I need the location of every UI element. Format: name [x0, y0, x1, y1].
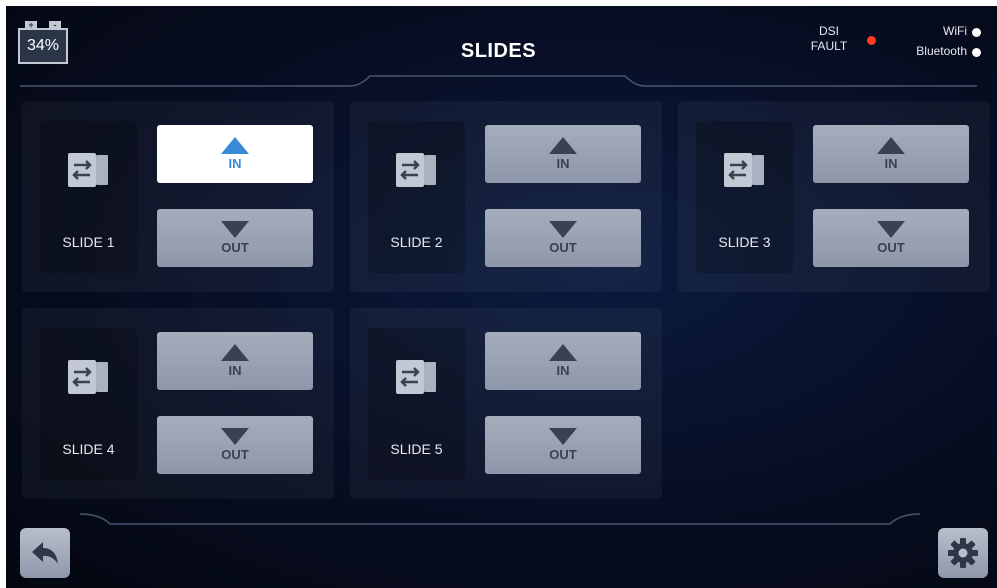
- gear-icon: [948, 538, 978, 568]
- slide-card-1: SLIDE 1 IN OUT: [22, 101, 334, 292]
- slide-out-label: OUT: [221, 240, 249, 255]
- slide-name: SLIDE 2: [390, 234, 443, 250]
- arrow-down-icon: [221, 428, 249, 445]
- arrow-up-icon: [221, 344, 249, 361]
- arrow-down-icon: [877, 221, 905, 238]
- dsi-fault-status-dot: [867, 36, 876, 45]
- slide-room-icon: [68, 153, 108, 187]
- slide-in-label: IN: [228, 363, 242, 378]
- slide-in-button[interactable]: IN: [813, 125, 969, 183]
- slide-in-button[interactable]: IN: [157, 125, 313, 183]
- bluetooth-status-dot: [972, 48, 981, 57]
- back-arrow-icon: [32, 542, 58, 564]
- arrow-down-icon: [221, 221, 249, 238]
- arrow-up-icon: [221, 137, 249, 154]
- battery-plus-terminal: +: [25, 21, 37, 30]
- slide-in-button[interactable]: IN: [157, 332, 313, 390]
- footer-divider: [80, 513, 920, 525]
- battery-minus-terminal: -: [49, 21, 61, 30]
- slide-card-3: SLIDE 3 IN OUT: [678, 101, 990, 292]
- slide-card-4: SLIDE 4 IN OUT: [22, 308, 334, 499]
- slide-identity-panel: SLIDE 1: [40, 121, 137, 273]
- arrow-up-icon: [877, 137, 905, 154]
- slide-card-5: SLIDE 5 IN OUT: [350, 308, 662, 499]
- slide-in-button[interactable]: IN: [485, 332, 641, 390]
- slide-identity-panel: SLIDE 5: [368, 328, 465, 480]
- dsi-fault-label: DSI FAULT: [800, 24, 858, 54]
- wifi-status-dot: [972, 28, 981, 37]
- dsi-fault-line1: DSI: [818, 24, 839, 38]
- slide-in-label: IN: [556, 363, 570, 378]
- slide-name: SLIDE 4: [62, 441, 115, 457]
- slide-out-button[interactable]: OUT: [157, 209, 313, 267]
- dsi-fault-line2: FAULT: [810, 39, 848, 53]
- slide-in-label: IN: [556, 156, 570, 171]
- slide-name: SLIDE 5: [390, 441, 443, 457]
- slide-in-button[interactable]: IN: [485, 125, 641, 183]
- bluetooth-label: Bluetooth: [916, 44, 967, 58]
- slide-name: SLIDE 1: [62, 234, 115, 250]
- arrow-up-icon: [549, 344, 577, 361]
- slide-out-label: OUT: [549, 240, 577, 255]
- slide-out-button[interactable]: OUT: [485, 209, 641, 267]
- slide-card-2: SLIDE 2 IN OUT: [350, 101, 662, 292]
- settings-button[interactable]: [938, 528, 988, 578]
- slide-room-icon: [68, 360, 108, 394]
- slide-out-button[interactable]: OUT: [485, 416, 641, 474]
- wifi-label: WiFi: [943, 24, 967, 38]
- back-button[interactable]: [20, 528, 70, 578]
- slide-name: SLIDE 3: [718, 234, 771, 250]
- arrow-down-icon: [549, 428, 577, 445]
- slide-in-label: IN: [228, 156, 242, 171]
- slide-identity-panel: SLIDE 3: [696, 121, 793, 273]
- slide-room-icon: [724, 153, 764, 187]
- slide-out-label: OUT: [549, 447, 577, 462]
- header-bar: + - 34% SLIDES DSI FAULT WiFi Bluetooth: [0, 0, 997, 90]
- slide-out-button[interactable]: OUT: [157, 416, 313, 474]
- slide-identity-panel: SLIDE 4: [40, 328, 137, 480]
- arrow-up-icon: [549, 137, 577, 154]
- arrow-down-icon: [549, 221, 577, 238]
- slide-out-button[interactable]: OUT: [813, 209, 969, 267]
- slide-room-icon: [396, 153, 436, 187]
- header-divider: [20, 75, 977, 87]
- slide-room-icon: [396, 360, 436, 394]
- slide-out-label: OUT: [877, 240, 905, 255]
- slide-identity-panel: SLIDE 2: [368, 121, 465, 273]
- slide-out-label: OUT: [221, 447, 249, 462]
- slide-in-label: IN: [884, 156, 898, 171]
